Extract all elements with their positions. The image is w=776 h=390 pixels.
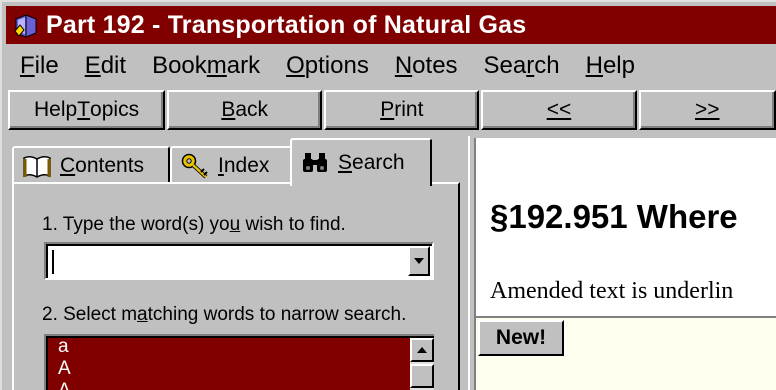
chevron-down-icon <box>414 258 424 264</box>
navigation-pane: Contents Index S earch 1. Type the word(… <box>8 136 468 390</box>
back-button[interactable]: Back <box>167 90 323 130</box>
key-icon <box>181 153 208 179</box>
new-section-box: New! <box>476 316 776 390</box>
search-tab-page: 1. Type the word(s) you wish to find. 2.… <box>12 182 460 390</box>
next-topic-button[interactable]: >> <box>638 90 776 130</box>
menu-search[interactable]: Search <box>470 52 572 80</box>
open-book-icon <box>23 155 51 178</box>
step2-label: 2. Select matching words to narrow searc… <box>42 304 407 325</box>
menu-bar: File Edit Bookmark Options Notes Search … <box>6 46 776 86</box>
list-item[interactable]: A <box>46 380 434 390</box>
menu-help[interactable]: Help <box>572 52 647 80</box>
matching-words-list[interactable]: a A A <box>44 334 434 390</box>
tab-contents[interactable]: Contents <box>12 146 170 184</box>
chevron-up-icon <box>417 347 427 353</box>
menu-file[interactable]: File <box>6 52 71 80</box>
binoculars-icon <box>303 153 327 172</box>
vertical-scrollbar[interactable] <box>410 338 434 390</box>
scroll-up-button[interactable] <box>410 338 434 362</box>
tab-search[interactable]: Search <box>290 138 432 186</box>
menu-options[interactable]: Options <box>272 52 381 80</box>
scroll-thumb[interactable] <box>410 364 434 388</box>
list-item[interactable]: a <box>46 336 434 358</box>
text-cursor <box>52 250 54 274</box>
step1-label: 1. Type the word(s) you wish to find. <box>42 214 346 235</box>
menu-bookmark[interactable]: Bookmark <box>138 52 272 80</box>
menu-edit[interactable]: Edit <box>71 52 138 80</box>
previous-topic-button[interactable]: << <box>481 90 637 130</box>
dropdown-button[interactable] <box>408 246 430 276</box>
topic-heading: §192.951 Where <box>490 198 738 235</box>
window-title: Part 192 - Transportation of Natural Gas <box>46 10 527 39</box>
topic-paragraph: Amended text is underlin <box>490 278 734 304</box>
menu-notes[interactable]: Notes <box>381 52 470 80</box>
button-bar: Help Topics Back Print << >> <box>8 90 776 134</box>
print-button[interactable]: Print <box>324 90 480 130</box>
list-item[interactable]: A <box>46 358 434 380</box>
help-book-icon <box>14 14 37 38</box>
search-words-input[interactable] <box>44 242 434 280</box>
tab-strip: Contents Index S earch <box>12 138 468 186</box>
new-button[interactable]: New! <box>478 320 564 356</box>
topic-content-pane: §192.951 Where Amended text is underlin … <box>474 138 776 390</box>
help-topics-button[interactable]: Help Topics <box>8 90 166 130</box>
title-bar[interactable]: Part 192 - Transportation of Natural Gas <box>6 6 776 44</box>
tab-index[interactable]: Index <box>170 146 292 184</box>
help-window: Part 192 - Transportation of Natural Gas… <box>0 0 776 390</box>
